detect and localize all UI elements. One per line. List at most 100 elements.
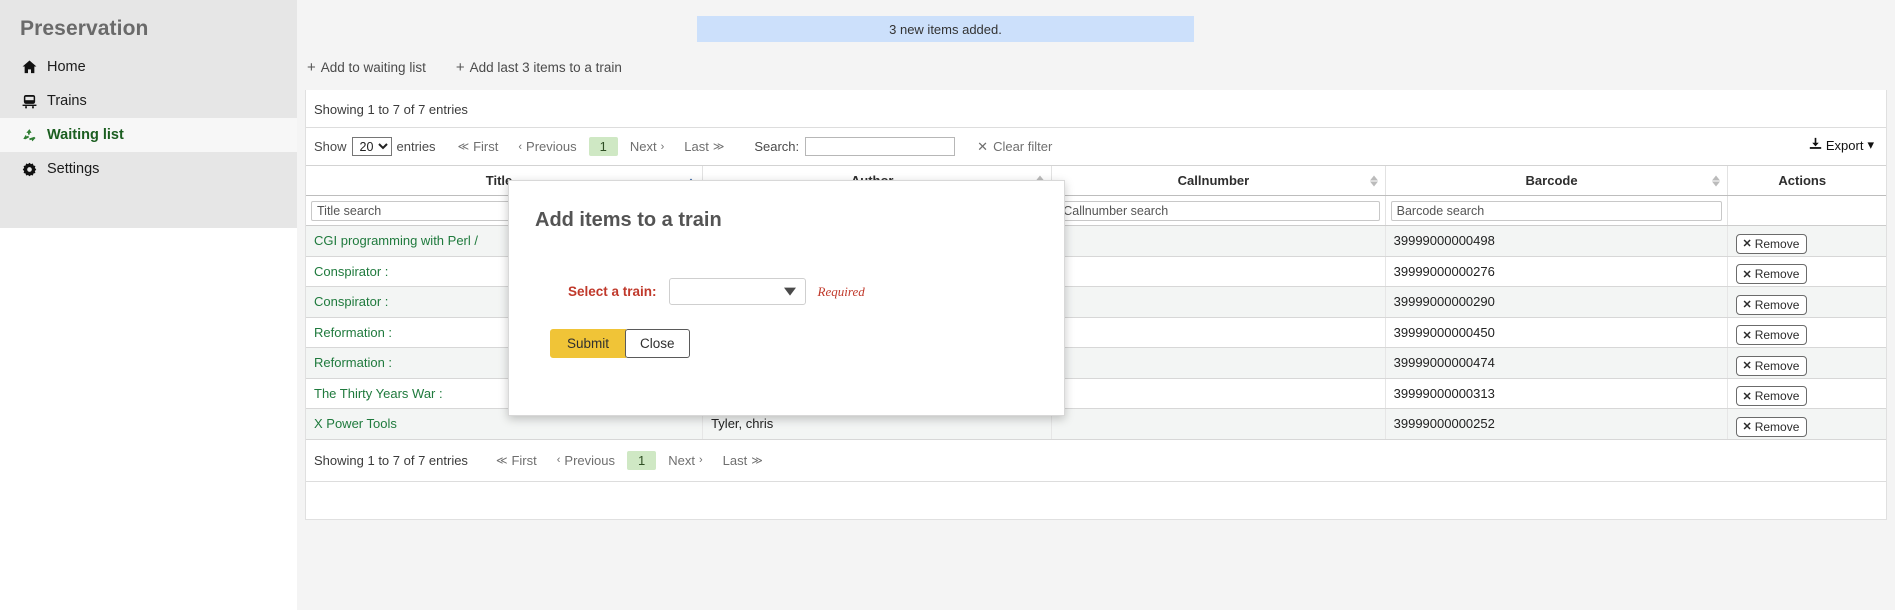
filter-cell-barcode [1385,196,1728,226]
submit-button[interactable]: Submit [550,329,626,358]
plus-icon: + [456,60,465,75]
column-label: Callnumber [1178,173,1250,188]
pagination-last[interactable]: Last ≫ [715,451,771,470]
title-link[interactable]: Conspirator : [314,294,388,309]
select-train-dropdown[interactable] [669,278,806,305]
pagination-next-label: Next [668,453,695,468]
remove-label: Remove [1755,237,1800,251]
column-label: Barcode [1526,173,1578,188]
sort-indicator-callnumber [1370,175,1378,186]
pagination-top: ≪ First ‹ Previous 1 Next › Last ≫ [450,137,733,156]
close-icon: ✕ [1742,298,1751,311]
remove-button[interactable]: ✕ Remove [1736,234,1807,254]
pagination-last-label: Last [684,139,709,154]
sidebar-item-waiting-list[interactable]: Waiting list [0,118,297,152]
page-length-select[interactable]: 20 [352,137,392,156]
pagination-page-1[interactable]: 1 [627,451,656,470]
gear-icon [21,162,38,177]
clear-filter-label: Clear filter [993,139,1052,154]
close-icon: ✕ [1742,359,1751,372]
pagination-last[interactable]: Last ≫ [676,137,732,156]
pagination-next[interactable]: Next › [660,451,710,470]
title-link[interactable]: Conspirator : [314,264,388,279]
modal-footer: Submit Close [509,305,1064,358]
remove-button[interactable]: ✕ Remove [1736,386,1807,406]
train-icon [21,94,38,109]
title-link[interactable]: The Thirty Years War : [314,386,443,401]
add-items-to-train-modal: Add items to a train Select a train: Req… [508,180,1065,416]
barcode-search-input[interactable] [1391,201,1723,221]
add-to-waiting-list-label: Add to waiting list [321,60,426,75]
showing-entries-bottom: Showing 1 to 7 of 7 entries [314,453,468,468]
export-button[interactable]: Export ▾ [1809,137,1874,153]
pagination-first-label: First [473,139,498,154]
cell-barcode: 39999000000313 [1385,378,1728,409]
pagination-first[interactable]: ≪ First [450,137,507,156]
cell-callnumber [1052,409,1385,440]
close-icon: ✕ [1742,420,1751,433]
close-button[interactable]: Close [625,329,690,358]
cell-barcode: 39999000000252 [1385,409,1728,440]
sidebar-item-settings[interactable]: Settings [0,152,297,186]
callnumber-search-input[interactable] [1057,201,1379,221]
search-control: Search: [754,137,955,156]
datatable-controls: Show 20 entries ≪ First ‹ Previous [306,128,1886,165]
cell-actions: ✕ Remove [1728,378,1886,409]
close-icon: ✕ [1742,329,1751,342]
remove-button[interactable]: ✕ Remove [1736,264,1807,284]
cell-callnumber [1052,317,1385,348]
remove-button[interactable]: ✕ Remove [1736,356,1807,376]
search-input[interactable] [805,137,955,156]
pagination-last-label: Last [723,453,748,468]
sidebar-item-home[interactable]: Home [0,50,297,84]
clear-filter-button[interactable]: ✕ Clear filter [977,139,1052,155]
remove-button[interactable]: ✕ Remove [1736,417,1807,437]
cell-callnumber [1052,348,1385,379]
chevron-down-icon: ▾ [1867,137,1874,153]
title-link[interactable]: CGI programming with Perl / [314,233,478,248]
title-link[interactable]: Reformation : [314,355,392,370]
pagination-page-1[interactable]: 1 [589,137,618,156]
title-link[interactable]: X Power Tools [314,416,397,431]
filter-cell-actions [1728,196,1886,226]
alert-row: 3 new items added. [297,0,1895,44]
pagination-next[interactable]: Next › [622,137,672,156]
remove-button[interactable]: ✕ Remove [1736,325,1807,345]
pagination-previous[interactable]: ‹ Previous [510,137,584,156]
column-header-barcode[interactable]: Barcode [1385,166,1728,196]
remove-label: Remove [1755,298,1800,312]
cell-actions: ✕ Remove [1728,409,1886,440]
pagination-first[interactable]: ≪ First [488,451,545,470]
required-hint: Required [818,284,865,300]
cell-callnumber [1052,287,1385,318]
plus-icon: + [307,60,316,75]
cell-barcode: 39999000000450 [1385,317,1728,348]
chevron-left-icon: ‹ [518,141,522,153]
cell-barcode: 39999000000498 [1385,226,1728,257]
filter-cell-callnumber [1052,196,1385,226]
pagination-first-label: First [511,453,536,468]
recycle-icon [21,128,38,143]
chevron-right-icon: › [699,454,703,466]
sidebar-item-trains[interactable]: Trains [0,84,297,118]
cell-actions: ✕ Remove [1728,348,1886,379]
sidebar: Preservation Home Trains [0,0,297,228]
showing-entries-top: Showing 1 to 7 of 7 entries [306,90,1886,128]
search-label: Search: [754,139,799,154]
cell-actions: ✕ Remove [1728,256,1886,287]
title-link[interactable]: Reformation : [314,325,392,340]
chevron-left-icon: ‹ [557,454,561,466]
remove-label: Remove [1755,328,1800,342]
remove-label: Remove [1755,420,1800,434]
remove-button[interactable]: ✕ Remove [1736,295,1807,315]
add-to-waiting-list-button[interactable]: + Add to waiting list [305,56,428,79]
select-train-wrapper [669,278,806,305]
pagination-previous[interactable]: ‹ Previous [549,451,623,470]
sidebar-item-label: Trains [47,93,87,109]
cell-barcode: 39999000000290 [1385,287,1728,318]
close-icon: ✕ [1742,237,1751,250]
add-last-items-to-train-button[interactable]: + Add last 3 items to a train [454,56,624,79]
close-icon: ✕ [977,139,988,155]
column-header-callnumber[interactable]: Callnumber [1052,166,1385,196]
close-icon: ✕ [1742,268,1751,281]
